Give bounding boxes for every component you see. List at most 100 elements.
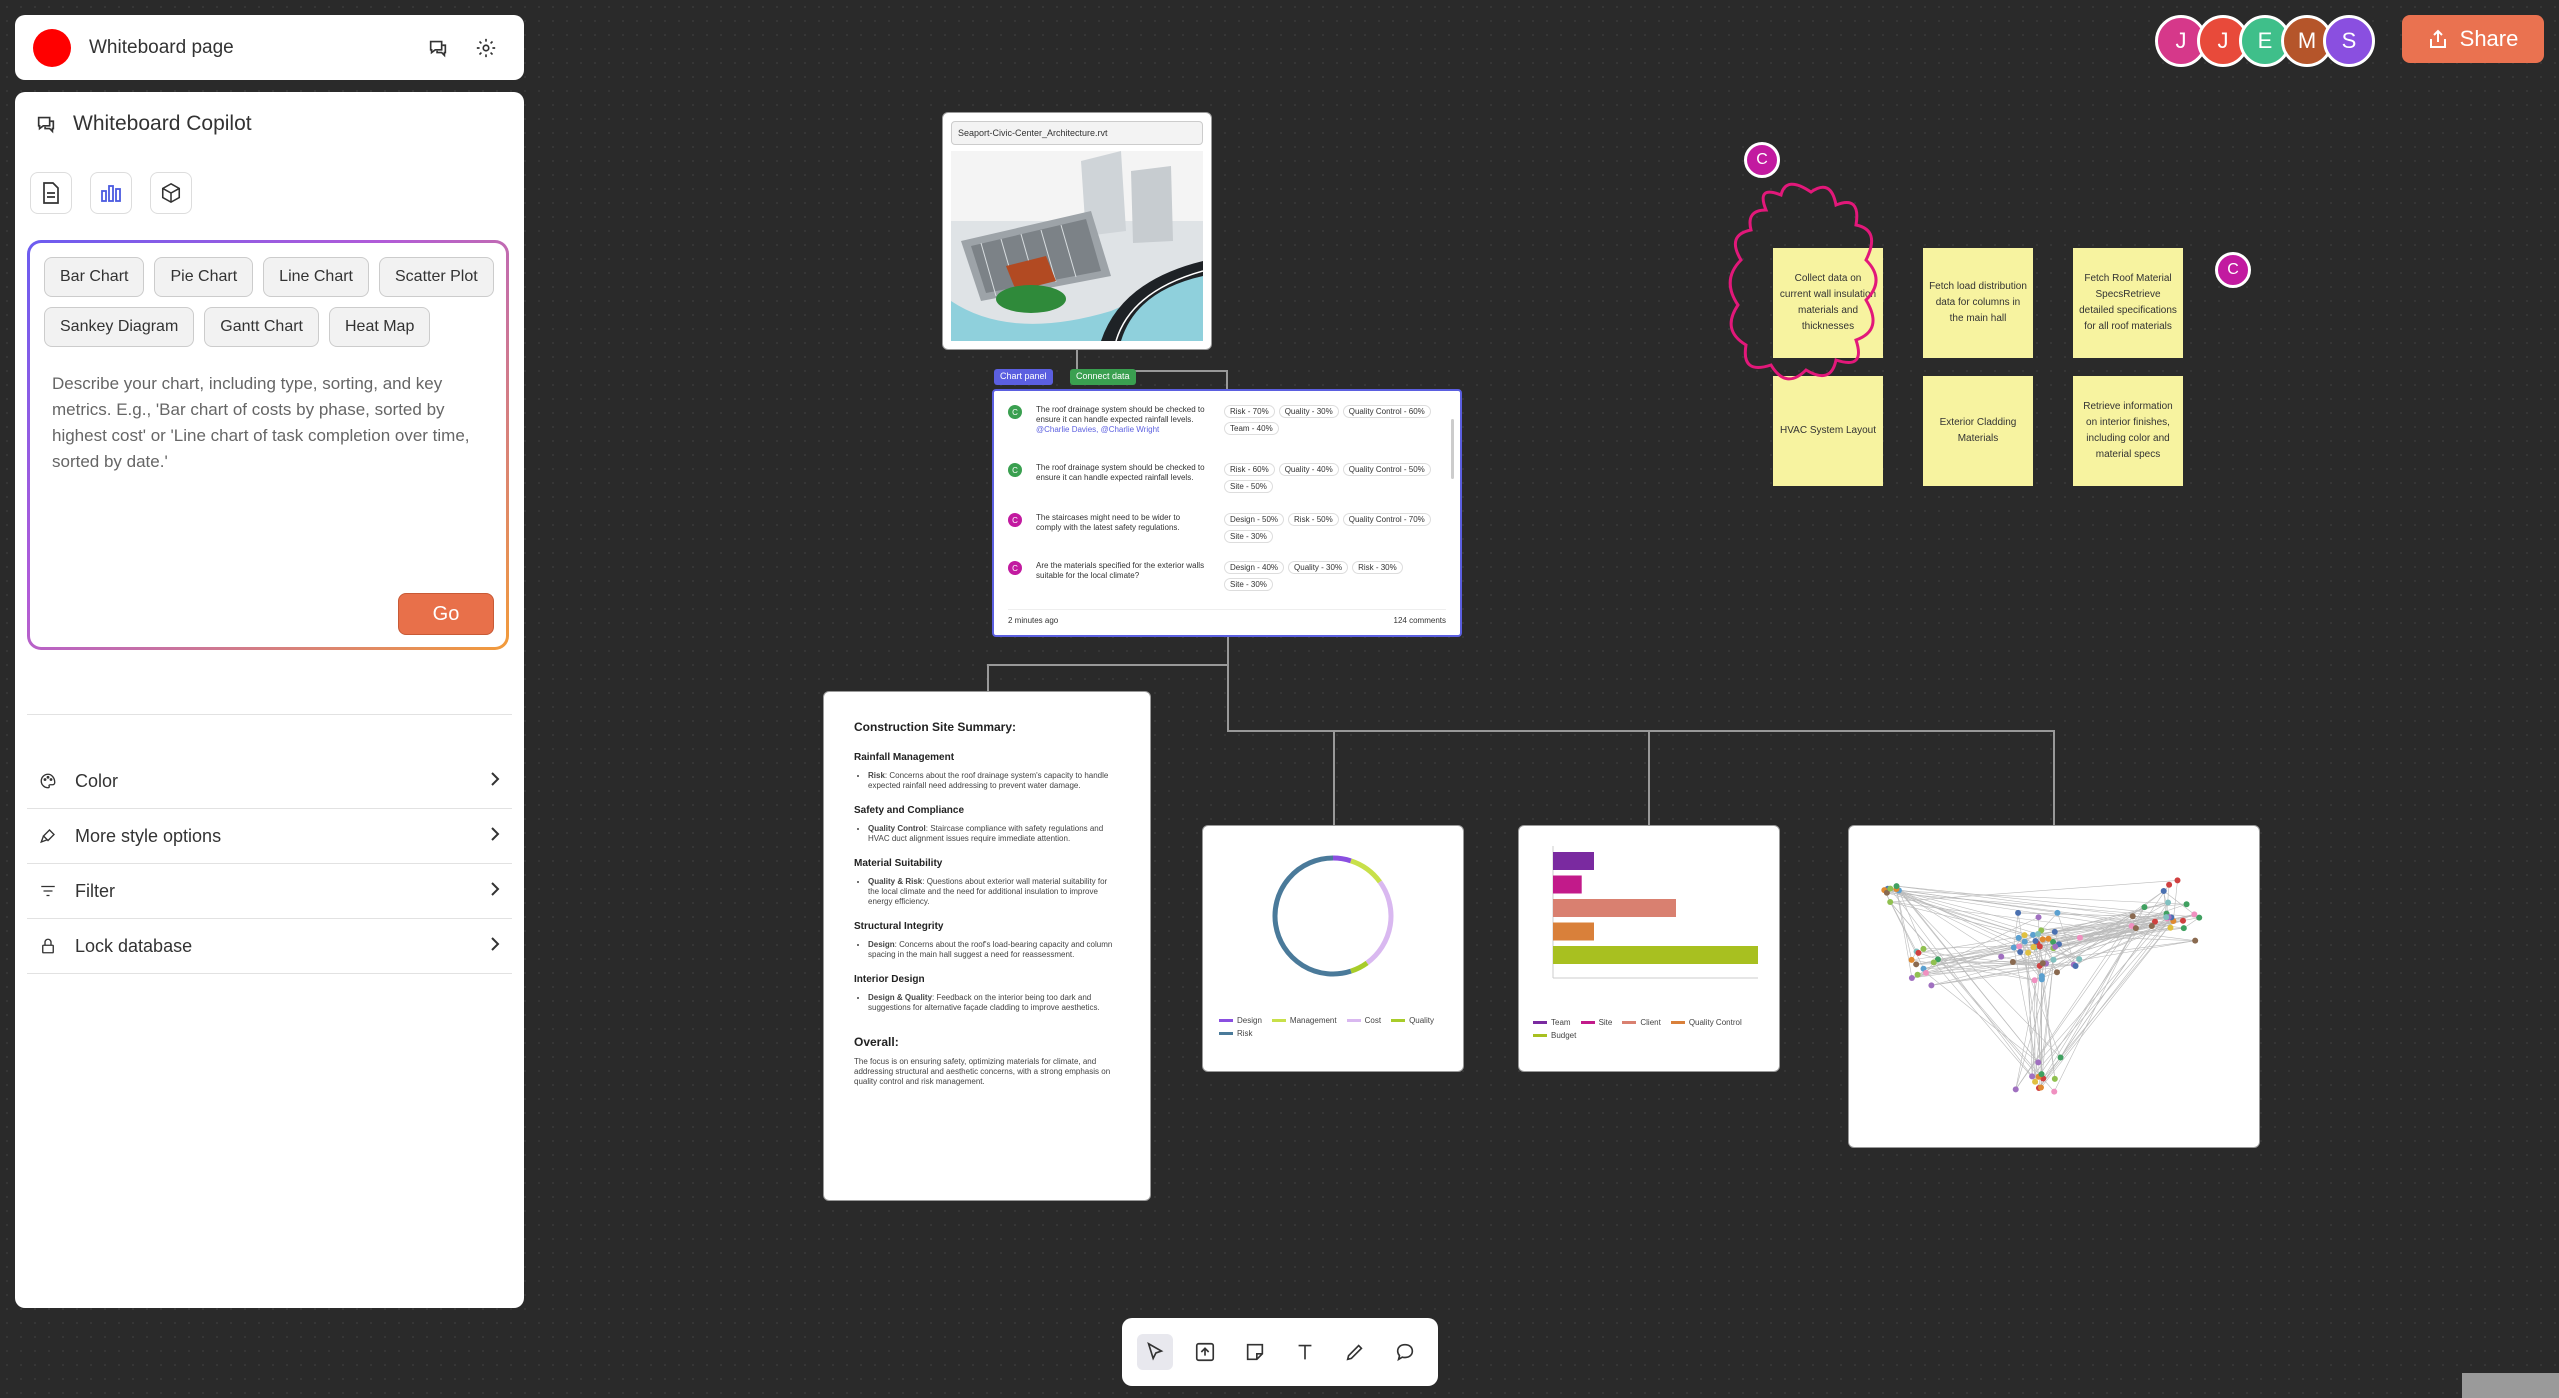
model-preview-card[interactable]: Seaport-Civic-Center_Architecture.rvt xyxy=(942,112,1212,350)
network-node[interactable] xyxy=(2057,1054,2064,1061)
network-node[interactable] xyxy=(1930,959,1937,966)
network-node[interactable] xyxy=(2039,936,2046,943)
network-node[interactable] xyxy=(2021,932,2028,939)
menu-row-lock-database[interactable]: Lock database xyxy=(27,919,512,974)
share-button[interactable]: Share xyxy=(2402,15,2544,63)
network-node[interactable] xyxy=(2076,956,2083,963)
network-node[interactable] xyxy=(2163,914,2170,921)
network-node[interactable] xyxy=(2165,899,2172,906)
comment-row[interactable]: C The staircases might need to be wider t… xyxy=(1008,513,1448,543)
network-node[interactable] xyxy=(1893,883,1900,890)
network-node[interactable] xyxy=(2036,943,2043,950)
network-node[interactable] xyxy=(1914,971,1921,978)
comment-row[interactable]: C Are the materials specified for the ext… xyxy=(1008,561,1448,591)
menu-row-more-style-options[interactable]: More style options xyxy=(27,809,512,864)
network-node[interactable] xyxy=(2167,924,2174,931)
bar-budget[interactable] xyxy=(1553,946,1758,964)
upload-icon[interactable] xyxy=(1187,1334,1223,1370)
network-node[interactable] xyxy=(2035,931,2042,938)
bar-site[interactable] xyxy=(1553,875,1582,894)
network-node[interactable] xyxy=(1998,953,2005,960)
settings-gear-icon[interactable] xyxy=(466,28,506,68)
network-node[interactable] xyxy=(2052,943,2059,950)
network-node[interactable] xyxy=(2160,887,2167,894)
network-node[interactable] xyxy=(2051,1088,2058,1095)
3d-model-mode-icon[interactable] xyxy=(150,172,192,214)
network-node[interactable] xyxy=(1908,974,1915,981)
document-mode-icon[interactable] xyxy=(30,172,72,214)
chart-panel-tab[interactable]: Chart panel xyxy=(994,369,1053,385)
network-node[interactable] xyxy=(2009,959,2016,966)
bar-team[interactable] xyxy=(1553,852,1594,870)
network-node[interactable] xyxy=(1908,956,1915,963)
collaborator-cursor-badge[interactable]: C xyxy=(1744,142,1780,178)
sticky-note[interactable]: Retrieve information on interior finishe… xyxy=(2073,376,2183,486)
app-logo[interactable] xyxy=(33,28,71,67)
select-pointer-icon[interactable] xyxy=(1137,1334,1173,1370)
chart-mode-icon[interactable] xyxy=(90,172,132,214)
sticky-note[interactable]: Fetch load distribution data for columns… xyxy=(1923,248,2033,358)
network-node[interactable] xyxy=(2017,949,2024,956)
comments-panel[interactable]: Chart panel Connect data C The roof drain… xyxy=(992,369,1462,637)
network-node[interactable] xyxy=(2038,1071,2045,1078)
network-node[interactable] xyxy=(2192,937,2199,944)
network-node[interactable] xyxy=(2053,969,2060,976)
bar-client[interactable] xyxy=(1553,899,1676,917)
chart-type-chip[interactable]: Sankey Diagram xyxy=(44,307,195,347)
chart-type-chip[interactable]: Pie Chart xyxy=(154,257,254,297)
collaborator-avatar[interactable]: S xyxy=(2323,15,2375,67)
network-node[interactable] xyxy=(2012,1086,2019,1093)
network-node[interactable] xyxy=(2030,931,2037,938)
network-node[interactable] xyxy=(1922,969,1929,976)
network-node[interactable] xyxy=(2141,904,2148,911)
menu-row-filter[interactable]: Filter xyxy=(27,864,512,919)
network-node[interactable] xyxy=(2031,977,2038,984)
network-node[interactable] xyxy=(2050,956,2057,963)
collaborator-cursor-badge[interactable]: C xyxy=(2215,252,2251,288)
chart-type-chip[interactable]: Scatter Plot xyxy=(379,257,494,297)
network-node[interactable] xyxy=(2016,943,2023,950)
network-node[interactable] xyxy=(2051,928,2058,935)
page-title[interactable]: Whiteboard page xyxy=(89,37,410,59)
comments-scrollbar[interactable] xyxy=(1451,419,1454,479)
network-node[interactable] xyxy=(2035,1059,2042,1066)
donut-chart-card[interactable]: Design Management Cost Quality Risk xyxy=(1202,825,1464,1072)
prompt-textarea[interactable]: Describe your chart, including type, sor… xyxy=(52,371,492,475)
pen-icon[interactable] xyxy=(1337,1334,1373,1370)
comment-icon[interactable] xyxy=(1387,1334,1423,1370)
bar-quality-control[interactable] xyxy=(1553,922,1594,941)
network-node[interactable] xyxy=(2015,934,2022,941)
network-node[interactable] xyxy=(1928,982,1935,989)
network-node[interactable] xyxy=(2039,960,2046,967)
network-node[interactable] xyxy=(2038,976,2045,983)
network-node[interactable] xyxy=(2037,1084,2044,1091)
text-tool-icon[interactable] xyxy=(1287,1334,1323,1370)
network-node[interactable] xyxy=(2174,877,2181,884)
menu-row-color[interactable]: Color xyxy=(27,754,512,809)
network-node[interactable] xyxy=(2029,1073,2036,1080)
bar-chart-card[interactable]: Team Site Client Quality Control Budget xyxy=(1518,825,1780,1072)
network-node[interactable] xyxy=(2129,913,2136,920)
network-node[interactable] xyxy=(2010,944,2017,951)
sticky-note[interactable]: Fetch Roof Material SpecsRetrieve detail… xyxy=(2073,248,2183,358)
network-node[interactable] xyxy=(2148,923,2155,930)
donut-slice-design[interactable] xyxy=(1332,855,1352,864)
chart-type-chip[interactable]: Bar Chart xyxy=(44,257,145,297)
network-node[interactable] xyxy=(2051,1075,2058,1082)
network-node[interactable] xyxy=(2179,917,2186,924)
network-node[interactable] xyxy=(2072,962,2079,969)
network-node[interactable] xyxy=(2180,925,2187,932)
donut-slice-cost[interactable] xyxy=(1365,880,1394,965)
network-node[interactable] xyxy=(1920,945,1927,952)
minimap-corner[interactable] xyxy=(2462,1373,2559,1398)
network-node[interactable] xyxy=(1915,949,1922,956)
connect-data-tab[interactable]: Connect data xyxy=(1070,369,1136,385)
sticky-note[interactable]: Exterior Cladding Materials xyxy=(1923,376,2033,486)
network-node[interactable] xyxy=(2015,909,2022,916)
network-node[interactable] xyxy=(2191,911,2198,918)
network-node[interactable] xyxy=(2054,909,2061,916)
site-summary-card[interactable]: Construction Site Summary: Rainfall Mana… xyxy=(823,691,1151,1201)
network-node[interactable] xyxy=(1887,885,1894,892)
network-node[interactable] xyxy=(2035,914,2042,921)
comment-mentions[interactable]: @Charlie Davies, @Charlie Wright xyxy=(1036,425,1159,434)
